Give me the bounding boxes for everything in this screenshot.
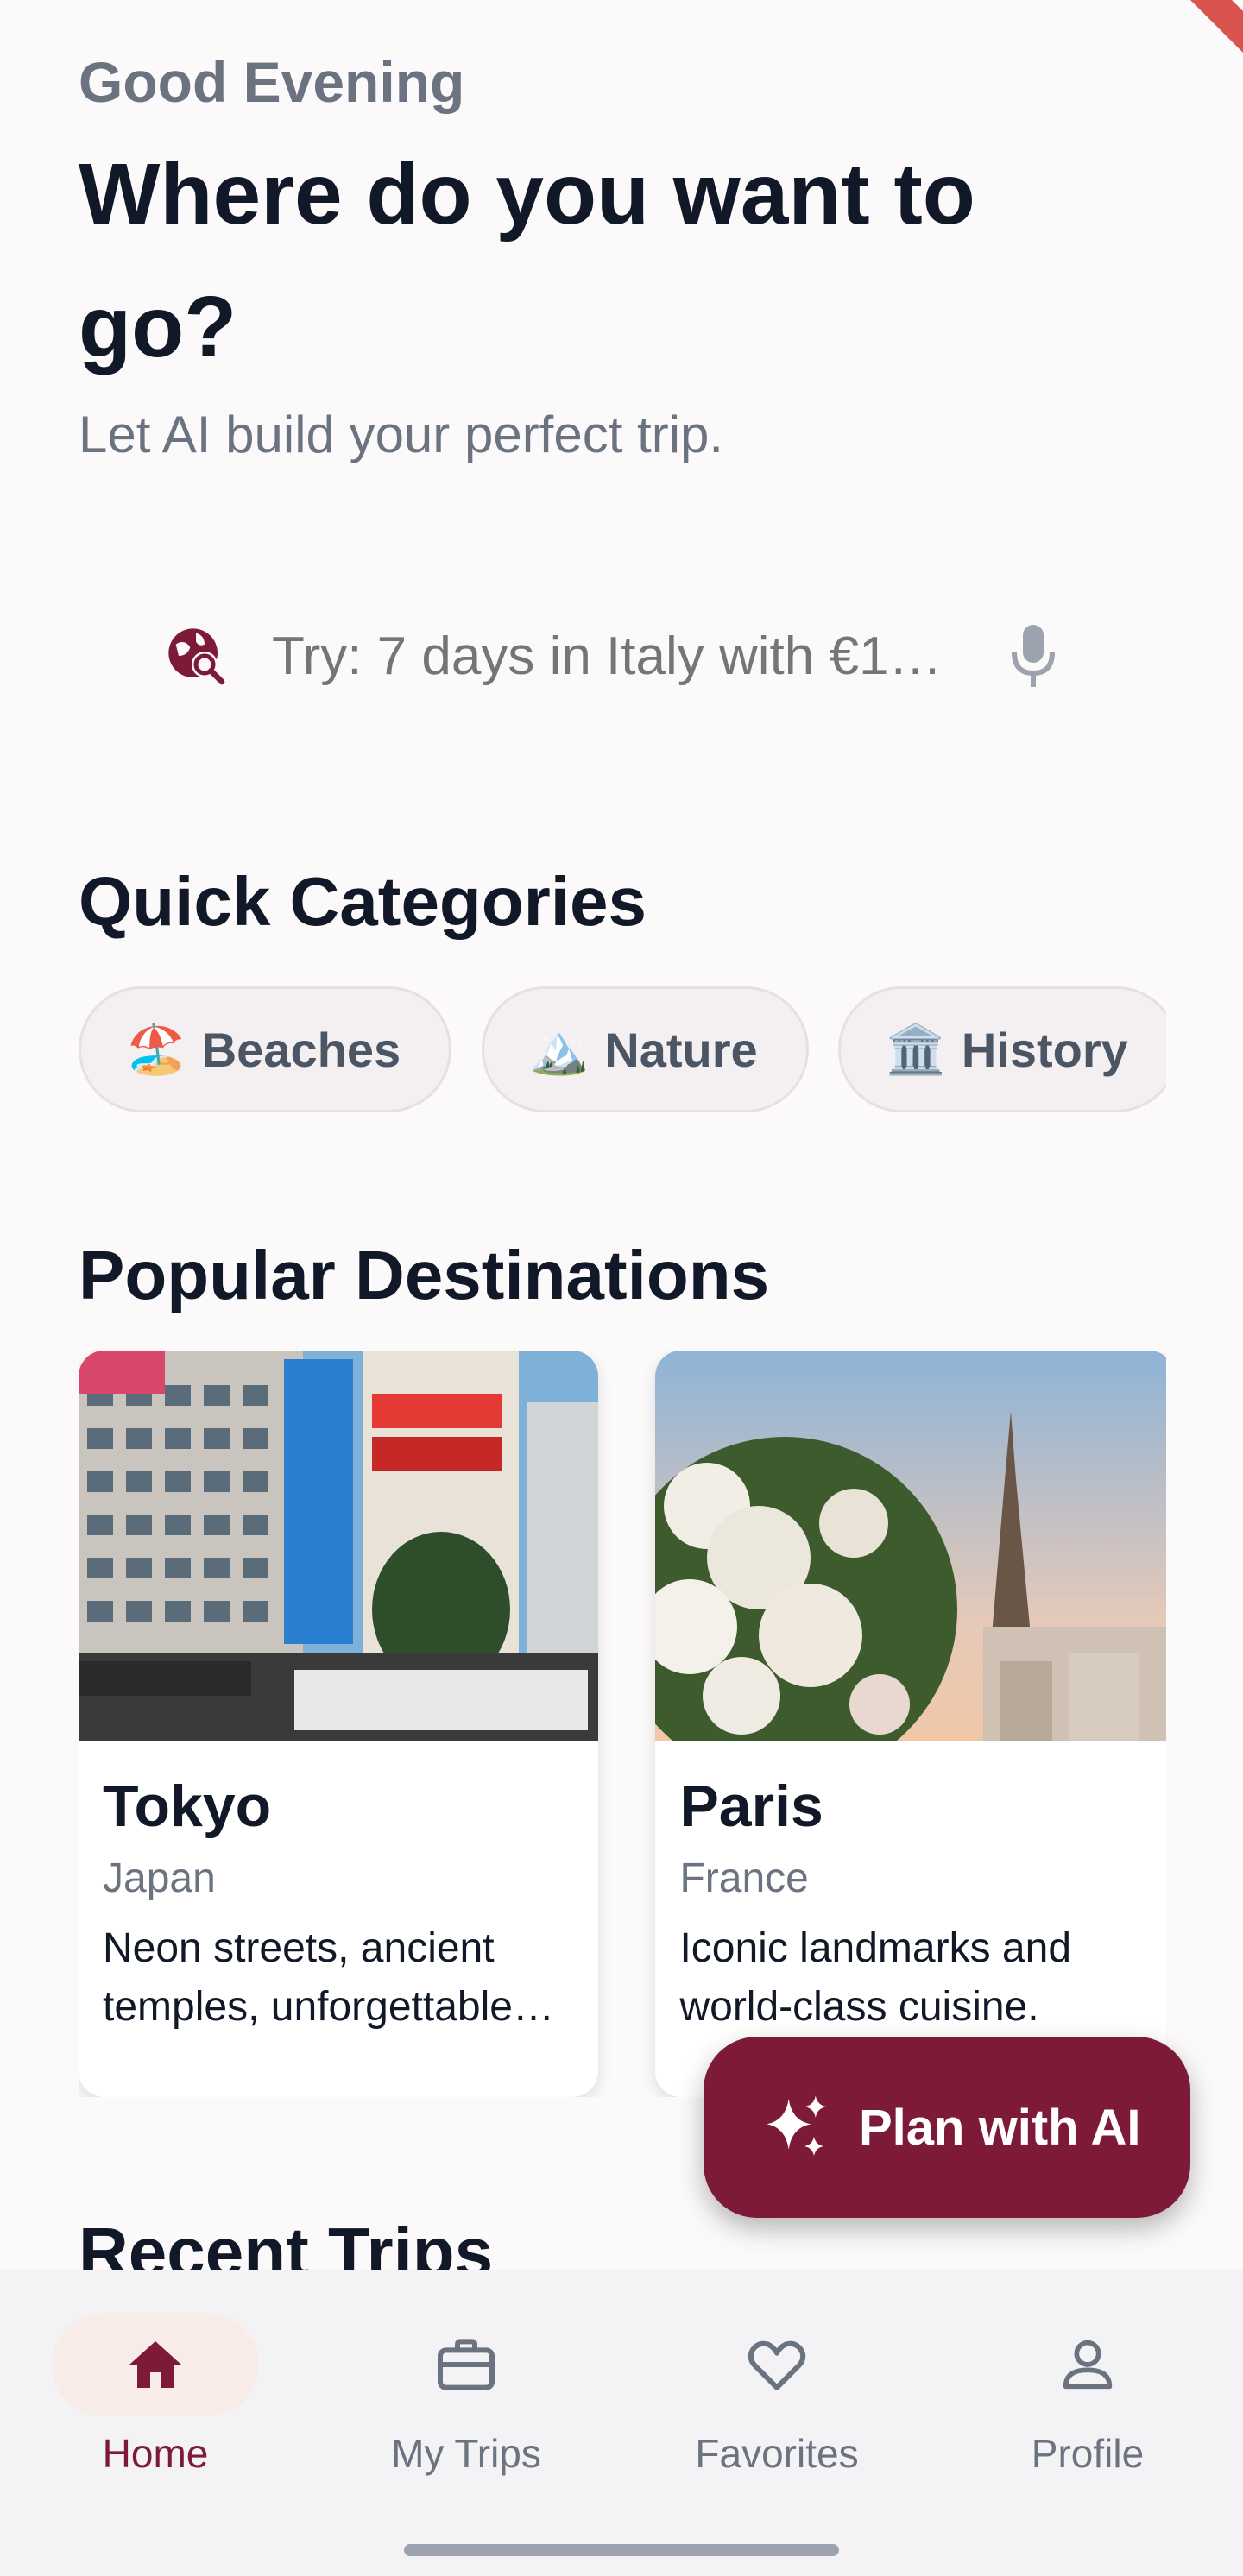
chip-label: History bbox=[961, 1022, 1128, 1077]
header: Good Evening Where do you want to go? Le… bbox=[79, 43, 1166, 469]
nav-item-my-trips[interactable]: My Trips bbox=[311, 2313, 622, 2503]
classical-building-icon: 🏛️ bbox=[886, 1022, 946, 1076]
destination-card-tokyo[interactable]: Tokyo Japan Neon streets, ancient temple… bbox=[79, 1351, 598, 2097]
nav-label: Profile bbox=[1031, 2431, 1145, 2476]
travel-explore-icon bbox=[168, 628, 225, 685]
destination-card-paris[interactable]: Paris France Iconic landmarks and world-… bbox=[655, 1351, 1166, 2097]
quick-categories-title: Quick Categories bbox=[79, 863, 647, 940]
home-indicator[interactable] bbox=[404, 2544, 839, 2556]
nav-item-profile[interactable]: Profile bbox=[932, 2313, 1243, 2503]
home-icon bbox=[129, 2341, 181, 2388]
beach-umbrella-icon: 🏖️ bbox=[126, 1022, 186, 1076]
category-chip-history[interactable]: 🏛️ History bbox=[838, 986, 1166, 1112]
page-title: Where do you want to go? bbox=[79, 146, 975, 375]
tokyo-image bbox=[79, 1351, 598, 1741]
mountain-icon: 🏔️ bbox=[528, 1022, 590, 1076]
nav-label: Favorites bbox=[695, 2431, 859, 2476]
greeting-text: Good Evening bbox=[79, 50, 465, 114]
sparkles-icon bbox=[767, 2095, 827, 2156]
destination-cards: Tokyo Japan Neon streets, ancient temple… bbox=[79, 1351, 1166, 2097]
category-chip-beaches[interactable]: 🏖️ Beaches bbox=[79, 986, 452, 1112]
category-chip-nature[interactable]: 🏔️ Nature bbox=[481, 986, 809, 1112]
bottom-navigation: Home My Trips Favorites Profile bbox=[0, 2270, 1243, 2576]
page-subtitle: Let AI build your perfect trip. bbox=[79, 406, 724, 463]
destination-description: Iconic landmarks and world-class cuisine… bbox=[679, 1925, 1072, 2030]
person-icon bbox=[1063, 2340, 1113, 2390]
heart-icon bbox=[748, 2340, 806, 2390]
fab-label: Plan with AI bbox=[859, 2099, 1141, 2156]
nav-item-favorites[interactable]: Favorites bbox=[622, 2313, 932, 2503]
destination-city: Tokyo bbox=[103, 1773, 272, 1839]
destination-city: Paris bbox=[679, 1773, 823, 1839]
plan-with-ai-button[interactable]: Plan with AI bbox=[704, 2037, 1190, 2218]
mic-icon[interactable] bbox=[1007, 621, 1059, 690]
category-chips: 🏖️ Beaches 🏔️ Nature 🏛️ History bbox=[79, 986, 1166, 1112]
chip-label: Nature bbox=[604, 1022, 758, 1077]
chip-label: Beaches bbox=[201, 1022, 401, 1077]
destination-country: Japan bbox=[103, 1855, 216, 1901]
briefcase-icon bbox=[438, 2339, 495, 2390]
nav-item-home[interactable]: Home bbox=[0, 2313, 311, 2503]
popular-destinations-title: Popular Destinations bbox=[79, 1237, 770, 1313]
paris-image bbox=[655, 1351, 1166, 1741]
nav-label: Home bbox=[102, 2431, 209, 2476]
nav-label: My Trips bbox=[391, 2431, 541, 2476]
search-input[interactable] bbox=[272, 625, 980, 687]
destination-country: France bbox=[679, 1855, 809, 1901]
destination-description: Neon streets, ancient temples, unforgett… bbox=[103, 1925, 554, 2030]
search-bar[interactable] bbox=[79, 587, 1166, 725]
